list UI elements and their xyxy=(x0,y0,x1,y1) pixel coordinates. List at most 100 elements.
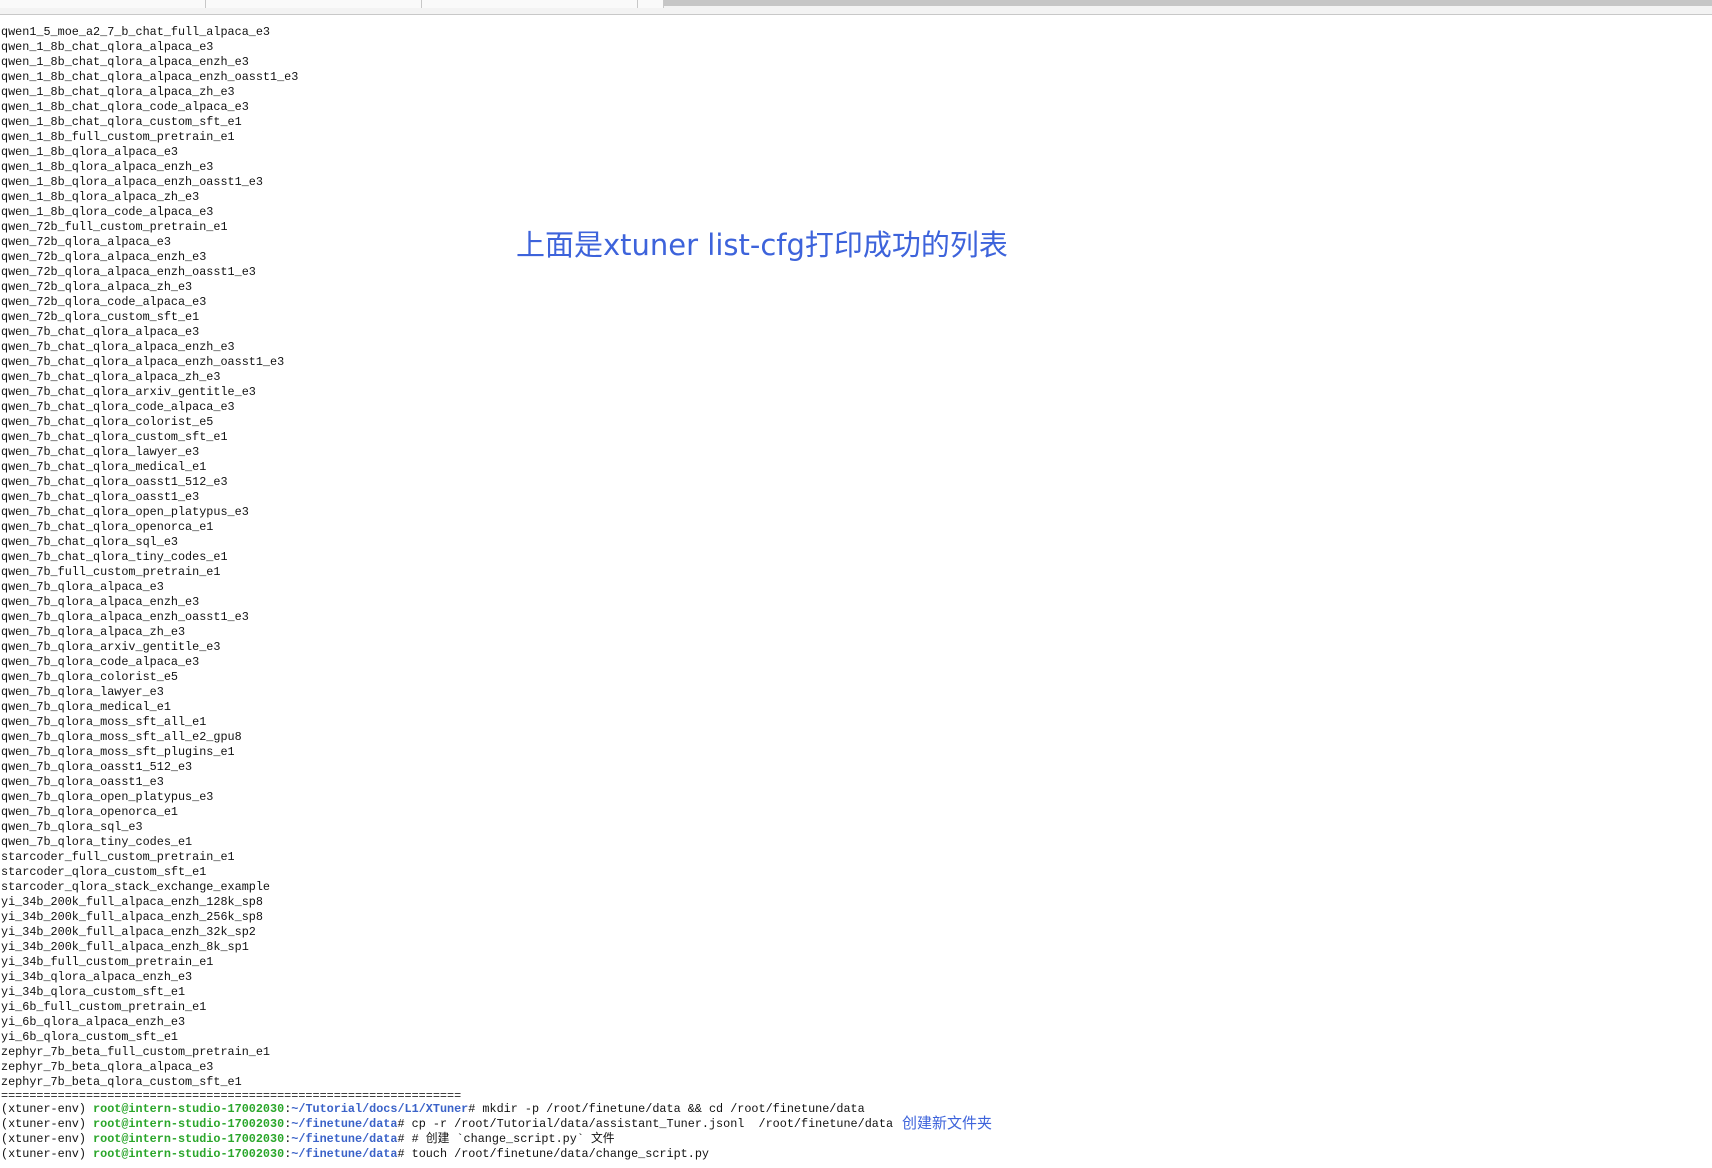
config-list-item: qwen_7b_qlora_colorist_e5 xyxy=(1,670,178,684)
config-list-item: qwen_7b_qlora_moss_sft_plugins_e1 xyxy=(1,745,235,759)
prompt-path: ~/finetune/data xyxy=(291,1147,398,1161)
config-list-item: qwen_7b_chat_qlora_oasst1_e3 xyxy=(1,490,200,504)
terminal-output[interactable]: qwen1_5_moe_a2_7_b_chat_full_alpaca_e3 qw… xyxy=(1,25,1706,1168)
config-list-item: qwen_7b_chat_qlora_open_platypus_e3 xyxy=(1,505,249,519)
config-list-item: qwen_1_8b_chat_qlora_custom_sft_e1 xyxy=(1,115,242,129)
config-list-item: starcoder_qlora_stack_exchange_example xyxy=(1,880,271,894)
config-list-item: qwen_7b_chat_qlora_custom_sft_e1 xyxy=(1,430,228,444)
config-list-item: qwen_7b_chat_qlora_sql_e3 xyxy=(1,535,178,549)
config-list-item: qwen_72b_qlora_custom_sft_e1 xyxy=(1,310,200,324)
config-list-item: qwen_7b_qlora_alpaca_e3 xyxy=(1,580,164,594)
config-list-item: qwen_1_8b_qlora_code_alpaca_e3 xyxy=(1,205,214,219)
config-list-item: qwen_7b_chat_qlora_tiny_codes_e1 xyxy=(1,550,228,564)
config-list-item: qwen_1_8b_qlora_alpaca_zh_e3 xyxy=(1,190,200,204)
terminal-tab[interactable] xyxy=(0,0,206,8)
config-list-item: qwen_1_8b_chat_qlora_alpaca_zh_e3 xyxy=(1,85,235,99)
config-list-item: qwen_7b_qlora_tiny_codes_e1 xyxy=(1,835,193,849)
config-list: qwen1_5_moe_a2_7_b_chat_full_alpaca_e3 qw… xyxy=(1,25,1706,1090)
folder-annotation: 创建新文件夹 xyxy=(902,1114,993,1132)
prompt-line: (xtuner-env) root@intern-studio-17002030… xyxy=(1,1102,1706,1117)
terminal-tab-bar xyxy=(0,0,1712,15)
prompt-env: (xtuner-env) xyxy=(1,1132,94,1146)
config-list-item: yi_34b_200k_full_alpaca_enzh_128k_sp8 xyxy=(1,895,263,909)
config-list-item: qwen_1_8b_chat_qlora_alpaca_enzh_e3 xyxy=(1,55,249,69)
config-list-item: qwen_7b_qlora_sql_e3 xyxy=(1,820,143,834)
config-list-item: qwen1_5_moe_a2_7_b_chat_full_alpaca_e3 xyxy=(1,25,271,39)
config-list-item: qwen_7b_qlora_alpaca_enzh_oasst1_e3 xyxy=(1,610,249,624)
config-list-item: qwen_7b_qlora_oasst1_512_e3 xyxy=(1,760,193,774)
config-list-item: yi_34b_200k_full_alpaca_enzh_256k_sp8 xyxy=(1,910,263,924)
prompt-line: (xtuner-env) root@intern-studio-17002030… xyxy=(1,1132,1706,1147)
prompt-command: # touch /root/finetune/data/change_scrip… xyxy=(397,1147,709,1161)
prompt-path: ~/finetune/data xyxy=(291,1117,398,1131)
config-list-item: qwen_7b_qlora_arxiv_gentitle_e3 xyxy=(1,640,221,654)
config-list-item: yi_34b_qlora_alpaca_enzh_e3 xyxy=(1,970,193,984)
config-list-item: qwen_7b_qlora_alpaca_enzh_e3 xyxy=(1,595,200,609)
config-list-item: qwen_72b_qlora_code_alpaca_e3 xyxy=(1,295,207,309)
prompt-command: # mkdir -p /root/finetune/data && cd /ro… xyxy=(468,1102,865,1116)
separator-line: ========================================… xyxy=(1,1089,462,1103)
config-list-item: qwen_7b_qlora_code_alpaca_e3 xyxy=(1,655,200,669)
config-list-item: qwen_7b_qlora_oasst1_e3 xyxy=(1,775,164,789)
prompt-user-host: root@intern-studio-17002030 xyxy=(93,1102,285,1116)
config-list-item: qwen_7b_chat_qlora_alpaca_enzh_oasst1_e3 xyxy=(1,355,285,369)
tab-bar-scroll-track[interactable] xyxy=(664,0,1712,6)
config-list-item: zephyr_7b_beta_full_custom_pretrain_e1 xyxy=(1,1045,271,1059)
prompt-env: (xtuner-env) xyxy=(1,1117,94,1131)
config-list-item: qwen_7b_chat_qlora_openorca_e1 xyxy=(1,520,214,534)
config-list-item: qwen_1_8b_full_custom_pretrain_e1 xyxy=(1,130,235,144)
config-list-item: qwen_1_8b_qlora_alpaca_e3 xyxy=(1,145,178,159)
terminal-tab[interactable] xyxy=(206,0,422,8)
config-list-item: yi_34b_200k_full_alpaca_enzh_32k_sp2 xyxy=(1,925,256,939)
config-list-item: qwen_7b_chat_qlora_oasst1_512_e3 xyxy=(1,475,228,489)
config-list-item: qwen_7b_qlora_medical_e1 xyxy=(1,700,171,714)
config-list-item: qwen_7b_qlora_moss_sft_all_e1 xyxy=(1,715,207,729)
config-list-item: qwen_7b_full_custom_pretrain_e1 xyxy=(1,565,221,579)
new-tab-button[interactable] xyxy=(638,0,664,8)
config-list-item: starcoder_qlora_custom_sft_e1 xyxy=(1,865,207,879)
prompt-user-host: root@intern-studio-17002030 xyxy=(93,1147,285,1161)
config-list-item: yi_6b_qlora_custom_sft_e1 xyxy=(1,1030,178,1044)
config-list-item: qwen_7b_chat_qlora_arxiv_gentitle_e3 xyxy=(1,385,256,399)
config-list-item: zephyr_7b_beta_qlora_alpaca_e3 xyxy=(1,1060,214,1074)
config-list-item: yi_34b_full_custom_pretrain_e1 xyxy=(1,955,214,969)
command-history: (xtuner-env) root@intern-studio-17002030… xyxy=(1,1102,1706,1162)
config-list-item: qwen_7b_chat_qlora_medical_e1 xyxy=(1,460,207,474)
config-list-item: qwen_7b_chat_qlora_alpaca_enzh_e3 xyxy=(1,340,235,354)
prompt-line: (xtuner-env) root@intern-studio-17002030… xyxy=(1,1147,1706,1162)
prompt-command: # # 创建 `change_script.py` 文件 xyxy=(397,1132,615,1146)
config-list-item: qwen_7b_qlora_moss_sft_all_e2_gpu8 xyxy=(1,730,242,744)
config-list-item: qwen_7b_chat_qlora_colorist_e5 xyxy=(1,415,214,429)
prompt-user-host: root@intern-studio-17002030 xyxy=(93,1132,285,1146)
config-list-item: qwen_7b_qlora_openorca_e1 xyxy=(1,805,178,819)
prompt-path: ~/finetune/data xyxy=(291,1132,398,1146)
config-list-item: qwen_1_8b_chat_qlora_alpaca_enzh_oasst1_… xyxy=(1,70,299,84)
config-list-item: qwen_1_8b_chat_qlora_alpaca_e3 xyxy=(1,40,214,54)
list-annotation: 上面是xtuner list-cfg打印成功的列表 xyxy=(516,228,1008,262)
prompt-command: # cp -r /root/Tutorial/data/assistant_Tu… xyxy=(397,1117,894,1131)
config-list-item: qwen_7b_chat_qlora_lawyer_e3 xyxy=(1,445,200,459)
config-list-item: qwen_72b_qlora_alpaca_zh_e3 xyxy=(1,280,193,294)
config-list-item: yi_6b_qlora_alpaca_enzh_e3 xyxy=(1,1015,186,1029)
terminal-tab[interactable] xyxy=(422,0,638,8)
config-list-item: qwen_7b_qlora_open_platypus_e3 xyxy=(1,790,214,804)
config-list-item: zephyr_7b_beta_qlora_custom_sft_e1 xyxy=(1,1075,242,1089)
config-list-item: starcoder_full_custom_pretrain_e1 xyxy=(1,850,235,864)
config-list-item: qwen_1_8b_qlora_alpaca_enzh_oasst1_e3 xyxy=(1,175,263,189)
prompt-path: ~/Tutorial/docs/L1/XTuner xyxy=(291,1102,469,1116)
config-list-item: qwen_7b_qlora_lawyer_e3 xyxy=(1,685,164,699)
config-list-item: yi_34b_qlora_custom_sft_e1 xyxy=(1,985,186,999)
config-list-item: qwen_7b_chat_qlora_alpaca_zh_e3 xyxy=(1,370,221,384)
config-list-item: qwen_72b_qlora_alpaca_enzh_oasst1_e3 xyxy=(1,265,256,279)
config-list-item: yi_34b_200k_full_alpaca_enzh_8k_sp1 xyxy=(1,940,249,954)
config-list-item: qwen_1_8b_chat_qlora_code_alpaca_e3 xyxy=(1,100,249,114)
config-list-item: qwen_7b_chat_qlora_code_alpaca_e3 xyxy=(1,400,235,414)
prompt-env: (xtuner-env) xyxy=(1,1147,94,1161)
config-list-item: qwen_7b_chat_qlora_alpaca_e3 xyxy=(1,325,200,339)
prompt-user-host: root@intern-studio-17002030 xyxy=(93,1117,285,1131)
prompt-env: (xtuner-env) xyxy=(1,1102,94,1116)
config-list-item: qwen_7b_qlora_alpaca_zh_e3 xyxy=(1,625,186,639)
config-list-item: yi_6b_full_custom_pretrain_e1 xyxy=(1,1000,207,1014)
prompt-line: (xtuner-env) root@intern-studio-17002030… xyxy=(1,1117,1706,1132)
config-list-item: qwen_1_8b_qlora_alpaca_enzh_e3 xyxy=(1,160,214,174)
